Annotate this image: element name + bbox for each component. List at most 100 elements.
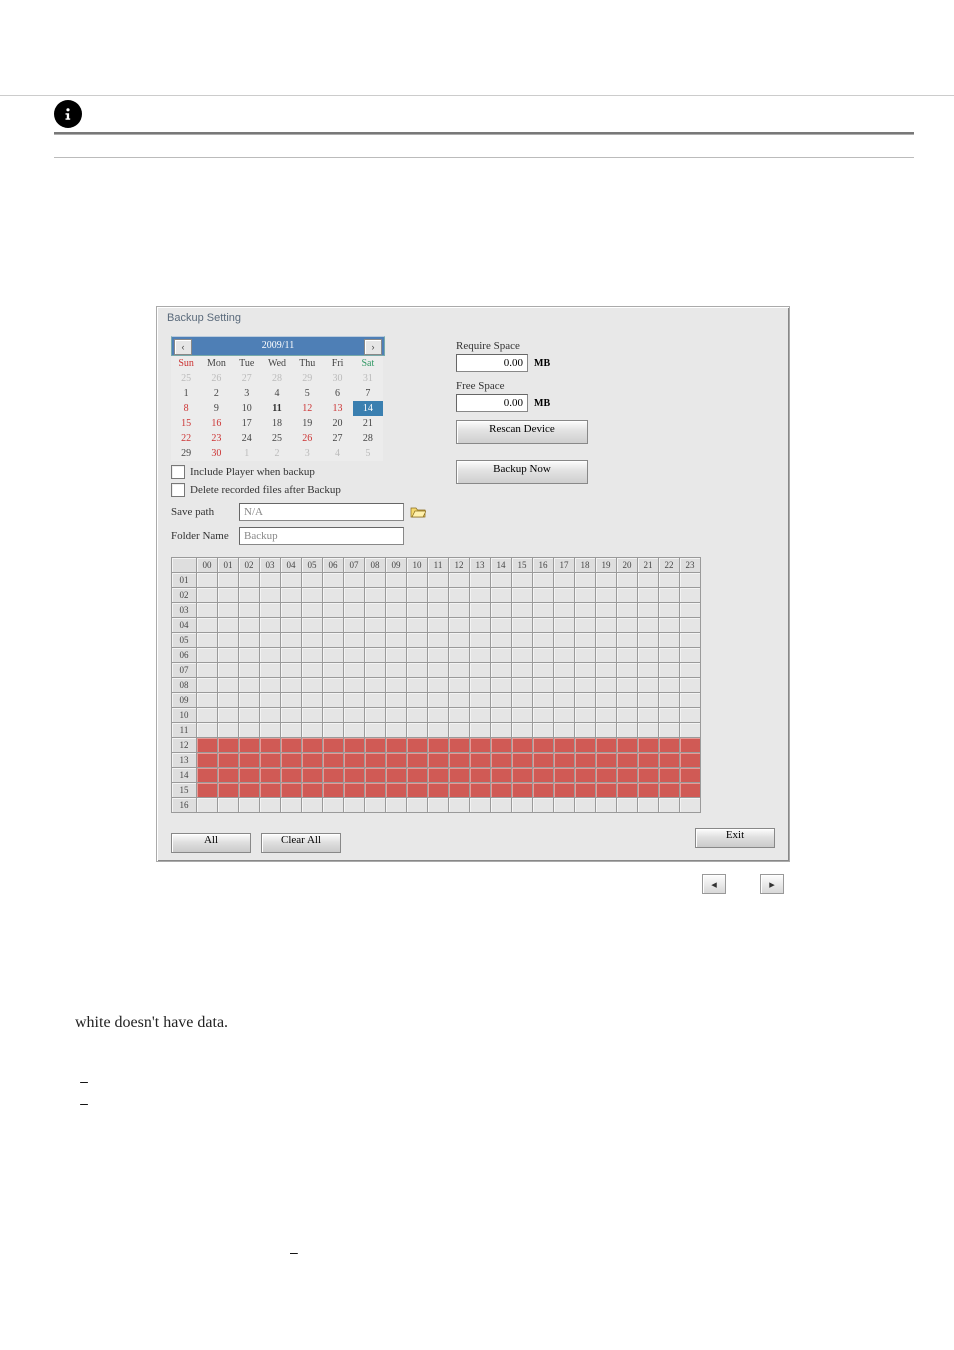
schedule-cell[interactable] <box>281 753 302 768</box>
schedule-cell[interactable] <box>470 768 491 783</box>
calendar-day[interactable]: 30 <box>322 371 352 386</box>
schedule-cell[interactable] <box>491 693 512 708</box>
schedule-cell[interactable] <box>491 633 512 648</box>
schedule-cell[interactable] <box>344 663 365 678</box>
schedule-cell[interactable] <box>533 708 554 723</box>
schedule-cell[interactable] <box>239 588 260 603</box>
schedule-cell[interactable] <box>449 768 470 783</box>
schedule-cell[interactable] <box>554 798 575 813</box>
schedule-cell[interactable] <box>428 768 449 783</box>
calendar-day[interactable]: 12 <box>292 401 322 416</box>
schedule-cell[interactable] <box>428 618 449 633</box>
calendar-day[interactable]: 28 <box>353 431 383 446</box>
schedule-cell[interactable] <box>617 708 638 723</box>
schedule-cell[interactable] <box>386 768 407 783</box>
schedule-cell[interactable] <box>533 798 554 813</box>
schedule-cell[interactable] <box>449 573 470 588</box>
schedule-cell[interactable] <box>449 708 470 723</box>
schedule-cell[interactable] <box>659 573 680 588</box>
schedule-cell[interactable] <box>260 648 281 663</box>
schedule-cell[interactable] <box>365 738 386 753</box>
schedule-cell[interactable] <box>617 573 638 588</box>
schedule-cell[interactable] <box>365 618 386 633</box>
schedule-cell[interactable] <box>239 678 260 693</box>
schedule-cell[interactable] <box>575 753 596 768</box>
schedule-cell[interactable] <box>407 663 428 678</box>
schedule-cell[interactable] <box>281 678 302 693</box>
schedule-cell[interactable] <box>407 768 428 783</box>
schedule-cell[interactable] <box>512 768 533 783</box>
schedule-cell[interactable] <box>617 768 638 783</box>
schedule-cell[interactable] <box>260 693 281 708</box>
schedule-cell[interactable] <box>617 648 638 663</box>
schedule-cell[interactable] <box>428 708 449 723</box>
schedule-cell[interactable] <box>596 708 617 723</box>
schedule-cell[interactable] <box>407 678 428 693</box>
scroll-right-button[interactable]: ▸ <box>760 874 784 894</box>
schedule-cell[interactable] <box>449 648 470 663</box>
schedule-cell[interactable] <box>575 738 596 753</box>
schedule-cell[interactable] <box>386 783 407 798</box>
schedule-cell[interactable] <box>680 768 701 783</box>
schedule-cell[interactable] <box>344 768 365 783</box>
schedule-cell[interactable] <box>428 678 449 693</box>
schedule-cell[interactable] <box>533 603 554 618</box>
calendar-day[interactable]: 7 <box>353 386 383 401</box>
schedule-cell[interactable] <box>533 783 554 798</box>
schedule-cell[interactable] <box>533 573 554 588</box>
schedule-cell[interactable] <box>365 723 386 738</box>
schedule-cell[interactable] <box>281 648 302 663</box>
calendar-day[interactable]: 14 <box>353 401 383 416</box>
calendar-day[interactable]: 5 <box>292 386 322 401</box>
schedule-cell[interactable] <box>407 783 428 798</box>
schedule-cell[interactable] <box>386 588 407 603</box>
schedule-cell[interactable] <box>554 588 575 603</box>
schedule-cell[interactable] <box>365 663 386 678</box>
schedule-cell[interactable] <box>218 603 239 618</box>
schedule-cell[interactable] <box>512 798 533 813</box>
schedule-cell[interactable] <box>512 708 533 723</box>
schedule-cell[interactable] <box>638 723 659 738</box>
schedule-cell[interactable] <box>575 783 596 798</box>
schedule-cell[interactable] <box>596 663 617 678</box>
schedule-cell[interactable] <box>638 573 659 588</box>
calendar-day[interactable]: 4 <box>262 386 292 401</box>
schedule-cell[interactable] <box>638 783 659 798</box>
schedule-cell[interactable] <box>638 603 659 618</box>
schedule-cell[interactable] <box>533 663 554 678</box>
schedule-cell[interactable] <box>323 768 344 783</box>
schedule-cell[interactable] <box>680 663 701 678</box>
schedule-cell[interactable] <box>596 723 617 738</box>
schedule-cell[interactable] <box>260 588 281 603</box>
schedule-cell[interactable] <box>281 588 302 603</box>
schedule-cell[interactable] <box>449 738 470 753</box>
schedule-cell[interactable] <box>680 798 701 813</box>
schedule-cell[interactable] <box>260 753 281 768</box>
schedule-cell[interactable] <box>302 603 323 618</box>
schedule-cell[interactable] <box>638 798 659 813</box>
schedule-cell[interactable] <box>344 708 365 723</box>
schedule-cell[interactable] <box>218 738 239 753</box>
schedule-cell[interactable] <box>407 603 428 618</box>
schedule-cell[interactable] <box>281 693 302 708</box>
schedule-cell[interactable] <box>470 798 491 813</box>
schedule-cell[interactable] <box>470 723 491 738</box>
select-all-button[interactable]: All <box>171 833 251 853</box>
schedule-cell[interactable] <box>659 618 680 633</box>
calendar-day[interactable]: 29 <box>292 371 322 386</box>
schedule-cell[interactable] <box>638 648 659 663</box>
schedule-cell[interactable] <box>260 738 281 753</box>
schedule-cell[interactable] <box>218 783 239 798</box>
schedule-cell[interactable] <box>428 663 449 678</box>
schedule-cell[interactable] <box>596 678 617 693</box>
rescan-device-button[interactable]: Rescan Device <box>456 420 588 444</box>
schedule-cell[interactable] <box>428 798 449 813</box>
schedule-cell[interactable] <box>575 768 596 783</box>
schedule-cell[interactable] <box>281 618 302 633</box>
schedule-cell[interactable] <box>512 783 533 798</box>
schedule-cell[interactable] <box>197 708 218 723</box>
schedule-cell[interactable] <box>197 633 218 648</box>
schedule-cell[interactable] <box>638 633 659 648</box>
schedule-cell[interactable] <box>218 663 239 678</box>
schedule-cell[interactable] <box>575 618 596 633</box>
